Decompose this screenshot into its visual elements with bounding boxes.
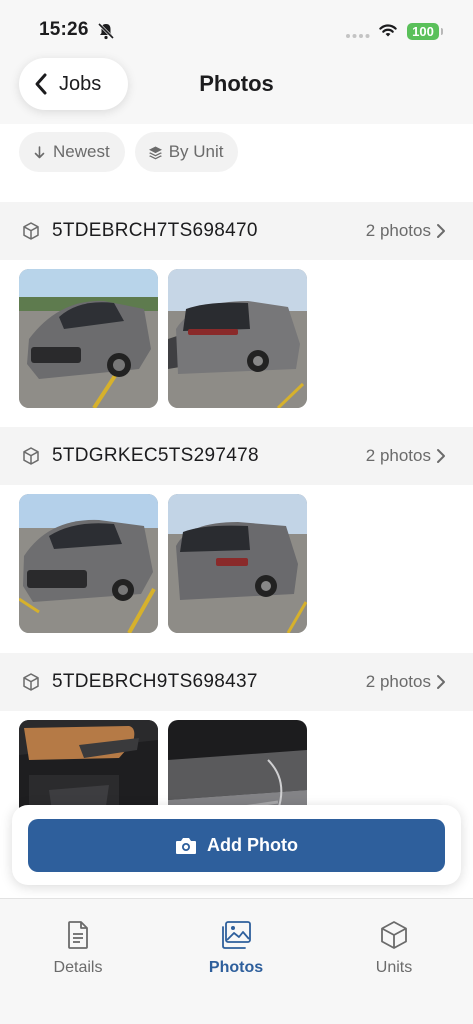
battery-level: 100 [412, 24, 434, 39]
chevron-right-icon [437, 675, 445, 689]
tab-bar: Details Photos Units [0, 898, 473, 1024]
add-photo-label: Add Photo [207, 835, 298, 855]
cube-icon [23, 673, 39, 691]
group-by-unit-label: By Unit [168, 142, 224, 161]
bell-off-icon [97, 22, 115, 40]
cube-icon [381, 921, 407, 949]
photo-count: 2 photos [365, 672, 431, 691]
cellular-signal-icon [346, 34, 370, 38]
wifi-icon [379, 24, 397, 37]
sort-newest-label: Newest [53, 142, 110, 161]
tab-photos[interactable]: Photos [176, 919, 296, 977]
chevron-right-icon [437, 449, 445, 463]
battery-indicator: 100 [407, 23, 443, 40]
arrow-down-icon [34, 145, 45, 158]
tab-units-label: Units [375, 959, 413, 976]
photo-thumbnails [19, 269, 307, 408]
status-time: 15:26 [39, 19, 89, 40]
filter-chips: Newest By Unit [19, 132, 239, 172]
camera-icon [176, 837, 196, 854]
document-icon [68, 921, 88, 949]
suv-rear-photo-image [168, 269, 307, 408]
add-photo-panel: Add Photo [12, 805, 461, 885]
photo-count: 2 photos [365, 446, 431, 465]
suv-photo-image [19, 269, 158, 408]
tab-details-label: Details [53, 959, 103, 976]
tab-units[interactable]: Units [334, 919, 454, 977]
layers-icon [148, 146, 162, 159]
photos-icon [222, 921, 251, 949]
unit-group-header[interactable]: 5TDEBRCH7TS698470 2 photos [0, 202, 473, 260]
minivan-photo-image [19, 494, 158, 633]
unit-group-header[interactable]: 5TDEBRCH9TS698437 2 photos [0, 653, 473, 711]
minivan-rear-photo-image [168, 494, 307, 633]
chevron-right-icon [437, 224, 445, 238]
unit-vin: 5TDGRKEC5TS297478 [52, 445, 259, 466]
photo-thumbnail[interactable] [19, 494, 158, 633]
photo-thumbnail[interactable] [168, 494, 307, 633]
status-bar: 15:26 100 [0, 0, 473, 58]
photo-count: 2 photos [365, 221, 431, 240]
tab-photos-label: Photos [208, 959, 264, 976]
photo-thumbnails [19, 494, 307, 633]
photo-thumbnail[interactable] [168, 269, 307, 408]
tab-details[interactable]: Details [18, 919, 138, 977]
cube-icon [23, 222, 39, 240]
cube-icon [23, 447, 39, 465]
unit-vin: 5TDEBRCH9TS698437 [52, 671, 258, 692]
add-photo-button[interactable]: Add Photo [28, 819, 445, 872]
unit-vin: 5TDEBRCH7TS698470 [52, 220, 258, 241]
page-title: Photos [199, 71, 274, 96]
group-by-unit-chip[interactable]: By Unit [134, 132, 239, 172]
photo-thumbnail[interactable] [19, 269, 158, 408]
navigation-bar: Jobs Photos [0, 58, 473, 124]
sort-newest-chip[interactable]: Newest [19, 132, 125, 172]
unit-group-header[interactable]: 5TDGRKEC5TS297478 2 photos [0, 427, 473, 485]
